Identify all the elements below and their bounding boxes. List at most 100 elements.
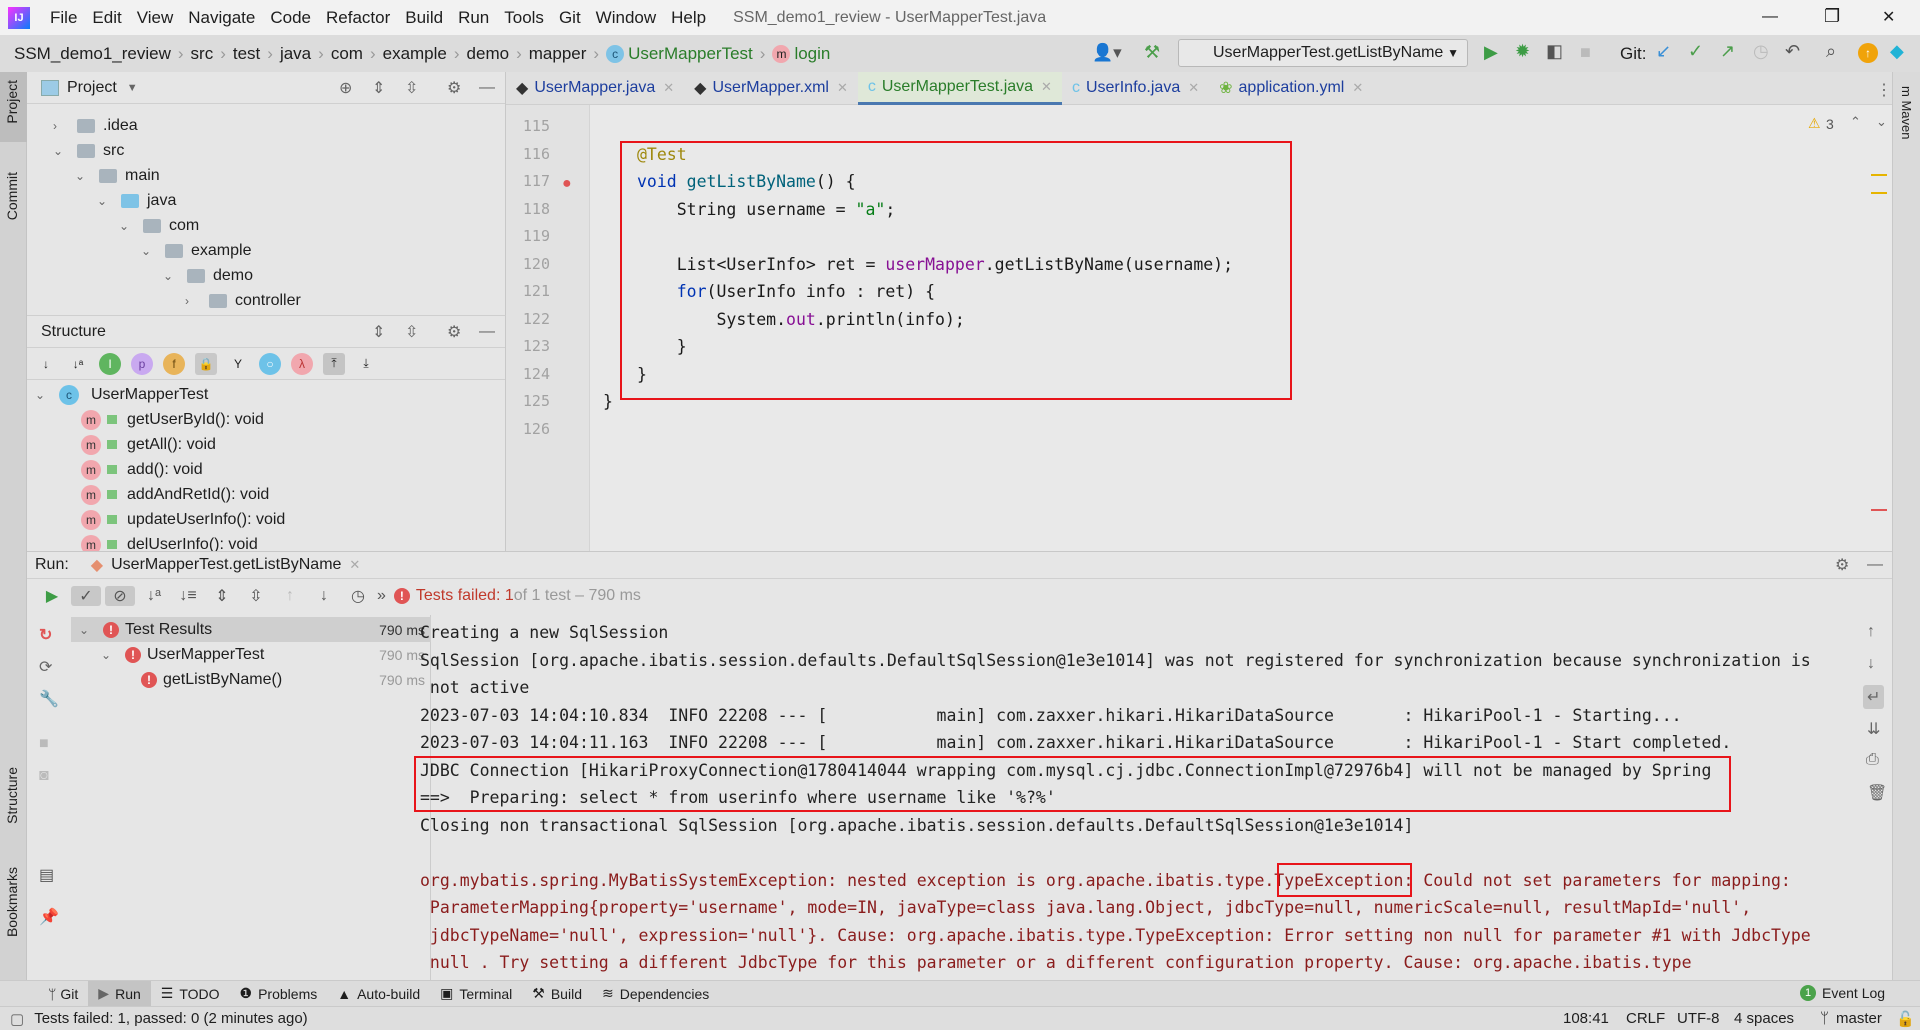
- hide-icon[interactable]: —: [479, 323, 495, 341]
- locate-icon[interactable]: ⊕: [339, 78, 352, 98]
- chevron-down-icon[interactable]: ⌄: [53, 144, 67, 158]
- next-failed-icon[interactable]: ↓: [309, 587, 339, 605]
- problems-tool-button[interactable]: ❶ Problems: [230, 981, 328, 1007]
- rollback-icon[interactable]: ↶: [1785, 41, 1800, 62]
- editor-tab[interactable]: ◆ UserMapper.java ✕: [506, 72, 684, 105]
- expand-all-icon[interactable]: ⇕: [372, 322, 385, 342]
- lock-icon[interactable]: 🔓: [1896, 1010, 1915, 1028]
- menu-navigate[interactable]: Navigate: [188, 8, 255, 28]
- search-icon[interactable]: ⌕: [1826, 41, 1836, 62]
- update-icon[interactable]: ↑: [1858, 43, 1878, 63]
- chevron-down-icon[interactable]: ▼: [127, 82, 138, 94]
- camera-icon[interactable]: ◙: [39, 767, 49, 785]
- indent-setting[interactable]: 4 spaces: [1734, 1010, 1794, 1027]
- project-tool-button[interactable]: Project: [4, 80, 20, 124]
- collapse-all-icon[interactable]: ⇳: [405, 322, 418, 342]
- show-anonymous-icon[interactable]: Y: [227, 353, 249, 375]
- pin-icon[interactable]: 📌: [39, 907, 59, 927]
- terminal-tool-button[interactable]: ▣ Terminal: [430, 981, 522, 1007]
- maven-tool-button[interactable]: m Maven: [1899, 86, 1914, 139]
- project-tree-item[interactable]: ⌄ src: [53, 138, 124, 163]
- layout-icon[interactable]: ▤: [39, 865, 54, 885]
- structure-method-row[interactable]: m getAll(): void: [81, 432, 216, 457]
- menu-git[interactable]: Git: [559, 8, 581, 28]
- expand-all-icon[interactable]: ⇕: [207, 586, 237, 606]
- show-lambdas-icon[interactable]: λ: [291, 352, 313, 375]
- chevron-down-icon[interactable]: ⌄: [79, 623, 93, 637]
- more-icon[interactable]: »: [377, 587, 386, 605]
- breadcrumb-src[interactable]: src: [191, 44, 214, 64]
- menu-tools[interactable]: Tools: [504, 8, 544, 28]
- debug-icon[interactable]: ✹: [1515, 41, 1530, 62]
- close-tab-icon[interactable]: ✕: [1041, 79, 1052, 95]
- collapse-all-icon[interactable]: ⇳: [405, 78, 418, 98]
- status-message[interactable]: Tests failed: 1, passed: 0 (2 minutes ag…: [34, 1010, 307, 1027]
- run-test-gutter-icon[interactable]: ●: [562, 175, 572, 193]
- commit-tool-button[interactable]: Commit: [4, 172, 20, 220]
- chevron-down-icon[interactable]: ⌄: [75, 169, 89, 183]
- show-non-public-icon[interactable]: 🔒: [195, 352, 217, 375]
- line-ending[interactable]: CRLF: [1626, 1010, 1665, 1027]
- history-icon[interactable]: ◷: [1753, 41, 1769, 62]
- close-tab-icon[interactable]: ✕: [1352, 80, 1363, 96]
- editor-tab[interactable]: c UserInfo.java ✕: [1062, 72, 1209, 105]
- test-result-row[interactable]: ! getListByName() 790 ms: [71, 667, 431, 692]
- editor-tab[interactable]: c UserMapperTest.java ✕: [857, 71, 1062, 105]
- show-inherited-icon[interactable]: I: [99, 352, 121, 375]
- autoscroll-to-source-icon[interactable]: ⤒: [323, 352, 345, 375]
- rerun-icon[interactable]: ▶: [37, 586, 67, 606]
- chevron-down-icon[interactable]: ⌄: [101, 648, 115, 662]
- minimize-button[interactable]: —: [1762, 8, 1778, 26]
- stop-icon[interactable]: ■: [1580, 42, 1591, 63]
- caret-position[interactable]: 108:41: [1563, 1010, 1609, 1027]
- git-update-icon[interactable]: ↙: [1656, 41, 1671, 62]
- project-tree-item[interactable]: ⌄ java: [97, 188, 176, 213]
- menu-refactor[interactable]: Refactor: [326, 8, 390, 28]
- toolbox-icon[interactable]: ◆: [1890, 41, 1904, 62]
- structure-class-row[interactable]: ⌄ c UserMapperTest: [35, 382, 208, 407]
- project-tree-item[interactable]: › .idea: [53, 113, 138, 138]
- run-config-select[interactable]: UserMapperTest.getListByName ▼: [1178, 39, 1468, 67]
- close-tab-icon[interactable]: ✕: [1188, 80, 1199, 96]
- warnings-count[interactable]: 3: [1826, 116, 1834, 132]
- structure-method-row[interactable]: m add(): void: [81, 457, 203, 482]
- breadcrumb-project[interactable]: SSM_demo1_review: [14, 44, 171, 64]
- menu-build[interactable]: Build: [405, 8, 443, 28]
- todo-tool-button[interactable]: ☰ TODO: [151, 981, 230, 1007]
- more-tabs-icon[interactable]: ⋮: [1876, 80, 1892, 100]
- breadcrumb-java[interactable]: java: [280, 44, 311, 64]
- breadcrumb-method[interactable]: login: [794, 44, 830, 64]
- sort-by-duration-icon[interactable]: ↓≡: [173, 587, 203, 605]
- sort-alphabetically-icon[interactable]: ↓ᵃ: [67, 353, 89, 375]
- build-hammer-icon[interactable]: ⚒: [1144, 42, 1160, 63]
- structure-tool-button[interactable]: Structure: [4, 767, 20, 824]
- menu-run[interactable]: Run: [458, 8, 489, 28]
- stop-icon[interactable]: ■: [39, 735, 49, 753]
- structure-method-row[interactable]: m addAndRetId(): void: [81, 482, 269, 507]
- show-lambdas-circle-icon[interactable]: ○: [259, 352, 281, 375]
- run-tool-button[interactable]: ▶ Run: [88, 980, 151, 1007]
- rerun-failed-icon[interactable]: ↻: [39, 625, 52, 645]
- test-history-icon[interactable]: ◷: [343, 586, 373, 606]
- chevron-down-icon[interactable]: ⌄: [163, 269, 177, 283]
- menu-view[interactable]: View: [137, 8, 174, 28]
- test-result-row[interactable]: ⌄! Test Results 790 ms: [71, 617, 431, 642]
- collapse-all-icon[interactable]: ⇳: [241, 586, 271, 606]
- editor-tab[interactable]: ◆ UserMapper.xml ✕: [684, 72, 858, 105]
- sort-alphabetically-icon[interactable]: ↓ᵃ: [139, 587, 169, 605]
- build-tool-button[interactable]: ⚒ Build: [522, 981, 592, 1007]
- git-push-icon[interactable]: ↗: [1720, 41, 1735, 62]
- menu-window[interactable]: Window: [596, 8, 656, 28]
- git-branch[interactable]: master: [1836, 1010, 1882, 1027]
- gear-icon[interactable]: ⚙: [447, 78, 461, 98]
- test-result-row[interactable]: ⌄! UserMapperTest 790 ms: [71, 642, 431, 667]
- show-ignored-icon[interactable]: ⊘: [105, 586, 135, 606]
- project-panel-title[interactable]: Project: [67, 79, 117, 97]
- project-tree-item[interactable]: ⌄ demo: [163, 263, 253, 288]
- file-encoding[interactable]: UTF-8: [1677, 1010, 1720, 1027]
- chevron-down-icon[interactable]: ⌄: [119, 219, 133, 233]
- chevron-right-icon[interactable]: ›: [185, 294, 199, 308]
- next-highlight-icon[interactable]: ⌄: [1876, 114, 1887, 130]
- project-tree-item[interactable]: ⌄ example: [141, 238, 251, 263]
- run-tab[interactable]: UserMapperTest.getListByName: [111, 556, 341, 574]
